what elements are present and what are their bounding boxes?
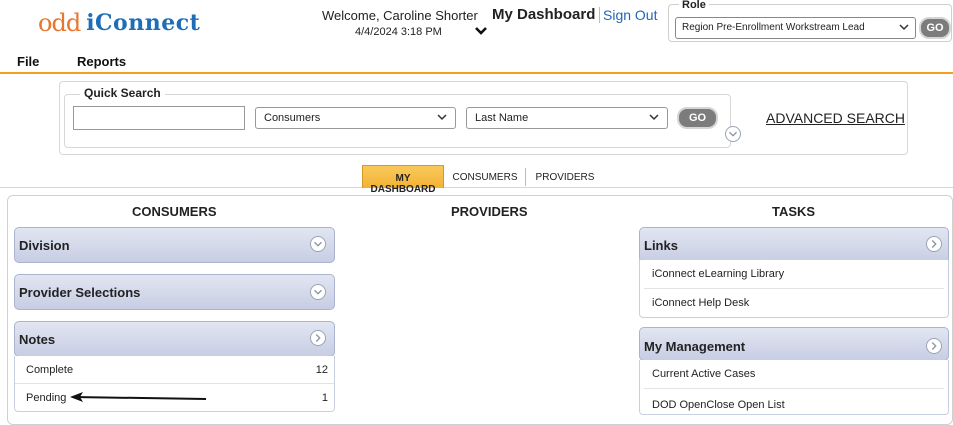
search-field-value: Last Name	[475, 112, 529, 124]
management-list: Current Active Cases DOD OpenClose Open …	[639, 360, 949, 415]
chevron-down-icon	[649, 114, 659, 121]
links-list: iConnect eLearning Library iConnect Help…	[639, 260, 949, 318]
list-item[interactable]: Current Active Cases	[644, 360, 944, 389]
list-item-count: 12	[315, 364, 328, 376]
menu-reports[interactable]: Reports	[77, 54, 126, 69]
panel-title: Notes	[19, 332, 56, 347]
tab-separator	[525, 168, 526, 186]
chevron-down-icon[interactable]	[310, 284, 326, 300]
list-item[interactable]: iConnect eLearning Library	[644, 260, 944, 289]
expand-search-icon[interactable]	[725, 126, 741, 142]
link-help-desk[interactable]: iConnect Help Desk	[652, 297, 749, 309]
page-title: My Dashboard	[492, 6, 596, 23]
panel-provider-selections[interactable]: Provider Selections	[14, 274, 335, 310]
role-go-button[interactable]: GO	[919, 17, 951, 39]
panel-title: My Management	[644, 339, 746, 354]
tab-consumers[interactable]: CONSUMERS	[448, 165, 522, 188]
panel-my-management[interactable]: My Management	[639, 327, 949, 361]
annotation-arrow-icon	[70, 392, 206, 402]
list-item[interactable]: iConnect Help Desk	[644, 289, 944, 317]
panel-division[interactable]: Division	[14, 227, 335, 263]
header: odd iConnect Welcome, Caroline Shorter 4…	[0, 0, 953, 48]
list-item-count: 1	[321, 392, 328, 404]
tab-providers[interactable]: PROVIDERS	[530, 165, 600, 188]
datetime: 4/4/2024 3:18 PM	[355, 26, 442, 38]
notes-list: Complete 12 Pending 1	[14, 356, 335, 412]
panel-title: Division	[19, 238, 70, 253]
panel-links[interactable]: Links	[639, 227, 949, 263]
sign-out-link[interactable]: Sign Out	[599, 7, 657, 23]
role-select-value: Region Pre-Enrollment Workstream Lead	[682, 22, 865, 33]
panel-notes[interactable]: Notes	[14, 321, 335, 357]
link-elearning-library[interactable]: iConnect eLearning Library	[652, 268, 784, 280]
tab-my-dashboard[interactable]: MY DASHBOARD	[362, 165, 444, 195]
chevron-down-icon[interactable]	[474, 24, 488, 38]
panel-title: Provider Selections	[19, 285, 141, 300]
chevron-down-icon	[437, 114, 447, 121]
chevron-right-icon[interactable]	[926, 236, 942, 252]
search-entity-select[interactable]: Consumers	[255, 107, 456, 129]
quick-search-input[interactable]	[73, 106, 245, 130]
link-dod-openclose[interactable]: DOD OpenClose Open List	[652, 399, 785, 411]
column-header-providers: PROVIDERS	[451, 204, 528, 219]
list-item-label: Complete	[26, 364, 74, 376]
quick-search-go-button[interactable]: GO	[677, 107, 718, 129]
panel-title: Links	[644, 238, 678, 253]
column-header-consumers: CONSUMERS	[132, 204, 217, 219]
chevron-down-icon[interactable]	[310, 236, 326, 252]
list-item[interactable]: DOD OpenClose Open List	[644, 389, 944, 415]
list-item-label: Pending	[26, 392, 67, 404]
role-select[interactable]: Region Pre-Enrollment Workstream Lead	[675, 17, 916, 39]
logo-iconnect: iConnect	[86, 10, 201, 36]
list-item[interactable]: Complete 12	[15, 356, 334, 384]
welcome-text: Welcome, Caroline Shorter	[322, 8, 478, 23]
column-header-tasks: TASKS	[772, 204, 816, 219]
search-entity-value: Consumers	[264, 112, 321, 124]
quick-search-label: Quick Search	[80, 86, 165, 100]
search-field-select[interactable]: Last Name	[466, 107, 668, 129]
logo-odd: odd	[38, 9, 81, 37]
menu-file[interactable]: File	[17, 54, 39, 69]
chevron-down-icon	[899, 24, 909, 31]
menu-bar: File Reports	[0, 48, 953, 74]
role-label: Role	[679, 0, 709, 11]
chevron-right-icon[interactable]	[926, 338, 942, 354]
link-current-active-cases[interactable]: Current Active Cases	[652, 368, 755, 380]
chevron-right-icon[interactable]	[310, 330, 326, 346]
app-logo[interactable]: odd iConnect	[38, 8, 200, 38]
advanced-search-link[interactable]: ADVANCED SEARCH	[766, 110, 905, 126]
